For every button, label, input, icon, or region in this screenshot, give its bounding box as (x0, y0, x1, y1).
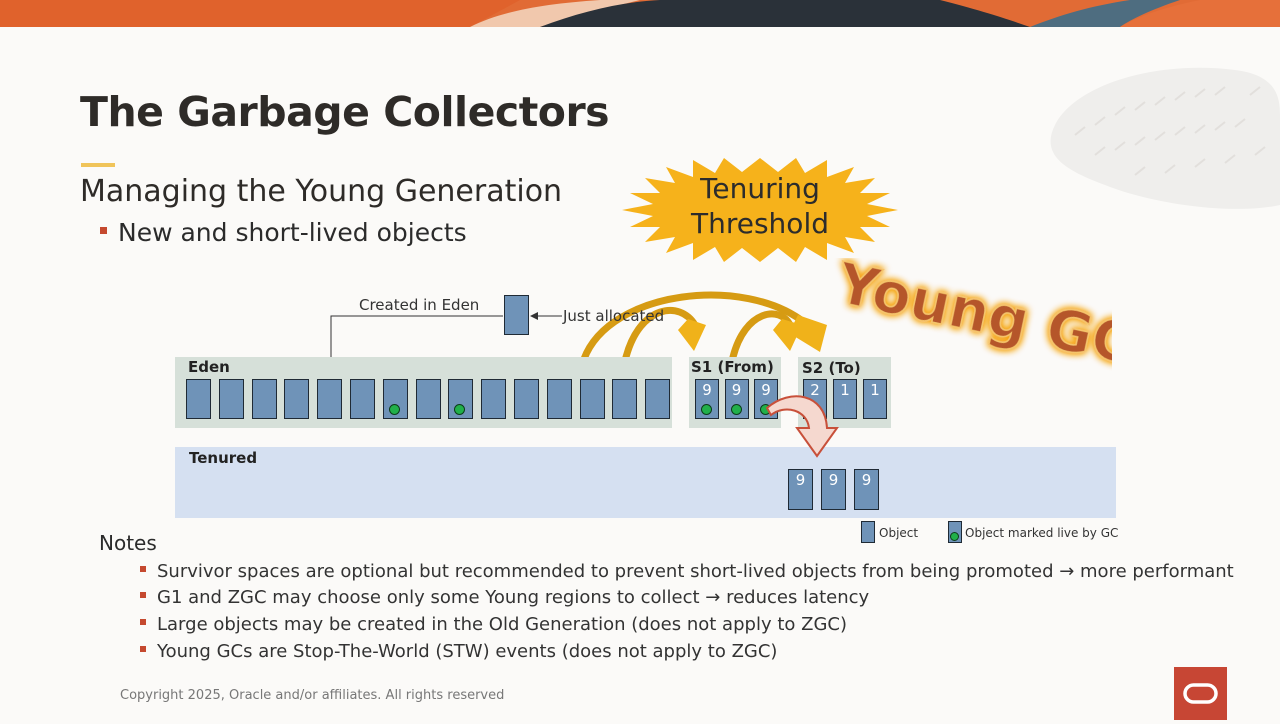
eden-object (514, 379, 539, 419)
tenuring-threshold-burst: Tenuring Threshold (622, 158, 898, 262)
eden-object (579, 379, 605, 419)
legend-live-icon (948, 521, 962, 543)
eden-object (448, 379, 474, 419)
eden-object (612, 379, 638, 419)
live-marker-icon (454, 404, 466, 415)
bullet-marker (140, 646, 146, 652)
burst-line-1: Tenuring (700, 172, 820, 205)
eden-object (284, 379, 310, 419)
s2-object: 1 (863, 379, 887, 419)
note-text: Survivor spaces are optional but recomme… (157, 561, 1234, 582)
eden-object (382, 379, 408, 419)
eden-object (546, 379, 572, 419)
note-item: G1 and ZGC may choose only some Young re… (140, 587, 869, 608)
live-marker-icon (730, 404, 742, 415)
eden-object (251, 379, 277, 419)
decorative-top-band (0, 0, 1280, 27)
tenured-label: Tenured (189, 449, 258, 467)
burst-line-2: Threshold (691, 207, 829, 240)
object-age-label: 9 (702, 381, 712, 399)
eden-object (186, 379, 211, 419)
arrow-head (678, 319, 706, 351)
promotion-down-arrow (755, 388, 850, 464)
bullet-marker (140, 566, 146, 572)
note-item: Large objects may be created in the Old … (140, 614, 847, 635)
object-age-label: 9 (861, 471, 872, 489)
object-age-label: 9 (828, 471, 839, 489)
object-age-label: 1 (870, 381, 880, 399)
eden-object (350, 379, 375, 419)
note-text: G1 and ZGC may choose only some Young re… (157, 587, 870, 608)
legend-live-marker (950, 532, 959, 541)
decorative-pattern (1035, 55, 1280, 219)
tenured-object: 9 (788, 469, 813, 510)
oracle-logo (1174, 667, 1227, 720)
s1-object: 9 (695, 379, 719, 419)
bullet-marker (140, 619, 146, 625)
s1-object: 9 (724, 379, 749, 419)
slide-title: The Garbage Collectors (80, 88, 610, 136)
main-bullet-text: New and short-lived objects (118, 218, 467, 247)
s2-label: S2 (To) (802, 359, 861, 377)
slide-subtitle: Managing the Young Generation (80, 174, 563, 209)
note-item: Young GCs are Stop-The-World (STW) event… (140, 641, 777, 662)
eden-objects (186, 379, 671, 419)
bullet-marker (140, 592, 146, 598)
object-age-label: 9 (731, 381, 742, 399)
copyright-text: Copyright 2025, Oracle and/or affiliates… (120, 688, 505, 703)
bullet-marker (100, 226, 107, 234)
note-item: Survivor spaces are optional but recomme… (140, 561, 1234, 582)
tenured-region (175, 447, 1116, 518)
note-text: Young GCs are Stop-The-World (STW) event… (157, 641, 778, 662)
eden-object (415, 379, 441, 419)
eden-object (317, 379, 343, 419)
eden-object (481, 379, 507, 419)
eden-object (218, 379, 244, 419)
legend-object-label: Object (879, 526, 919, 540)
object-age-label: 9 (795, 471, 806, 489)
tenured-objects: 9 9 9 (788, 469, 883, 511)
legend-live-label: Object marked live by GC (965, 526, 1119, 540)
note-text: Large objects may be created in the Old … (157, 614, 847, 635)
eden-label: Eden (188, 358, 230, 376)
tenured-object: 9 (821, 469, 846, 510)
s1-label: S1 (From) (691, 358, 774, 376)
notes-heading: Notes (99, 531, 157, 555)
main-bullet: New and short-lived objects (100, 218, 467, 247)
live-marker-icon (388, 404, 400, 415)
arrow-head (789, 315, 827, 352)
title-underline (81, 163, 115, 167)
eden-object (645, 379, 671, 419)
tenured-object: 9 (854, 469, 879, 510)
just-allocated-label: Just allocated (563, 307, 665, 325)
legend-object-icon (861, 521, 875, 543)
live-marker-icon (701, 404, 712, 415)
